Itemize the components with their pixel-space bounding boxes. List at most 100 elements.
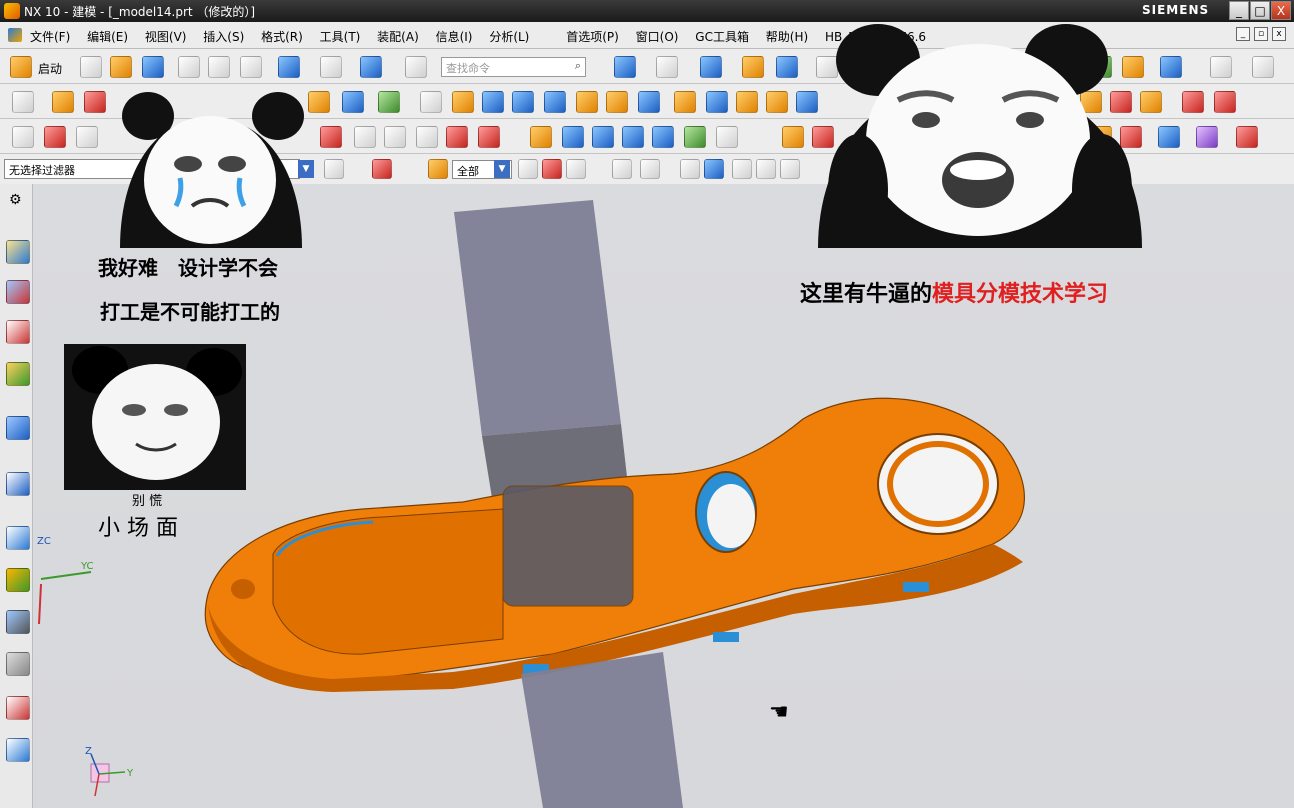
menu-gc-toolbox[interactable]: GC工具箱 <box>695 30 749 44</box>
snap-end-icon[interactable] <box>518 159 538 179</box>
divide-curve-icon[interactable] <box>446 126 468 148</box>
maximize-button[interactable]: □ <box>1250 1 1270 20</box>
doc-close-icon[interactable]: x <box>1272 27 1286 41</box>
select-feature-icon[interactable] <box>372 159 392 179</box>
snap-mid-icon[interactable] <box>542 159 562 179</box>
doc-restore-icon[interactable]: ▫ <box>1254 27 1268 41</box>
redo-icon[interactable] <box>320 56 342 78</box>
window-opening[interactable] <box>502 485 634 607</box>
paste-icon[interactable] <box>240 56 262 78</box>
menu-analysis[interactable]: 分析(L) <box>489 30 529 44</box>
process-studio-icon[interactable] <box>6 568 30 592</box>
patch-icon[interactable] <box>782 126 804 148</box>
trim-body-icon[interactable] <box>606 91 628 113</box>
part-navigator-icon[interactable] <box>6 320 30 344</box>
history-icon[interactable] <box>6 526 30 550</box>
constraint-navigator-icon[interactable] <box>6 280 30 304</box>
n-sided-surface-icon[interactable] <box>622 126 644 148</box>
select-point-icon[interactable] <box>428 159 448 179</box>
thicken-icon[interactable] <box>796 91 818 113</box>
fit-view-icon[interactable] <box>614 56 636 78</box>
menu-view[interactable]: 视图(V) <box>145 30 187 44</box>
ruler-icon[interactable] <box>1252 56 1274 78</box>
assembly-navigator-icon[interactable] <box>6 240 30 264</box>
orient-view-icon[interactable] <box>776 56 798 78</box>
minimize-button[interactable]: _ <box>1229 1 1249 20</box>
block-icon[interactable] <box>674 91 696 113</box>
chamfer-icon[interactable] <box>576 91 598 113</box>
inner-cavity[interactable] <box>272 508 504 655</box>
cube-view-icon[interactable] <box>700 56 722 78</box>
show-hidden-icon[interactable] <box>680 159 700 179</box>
show-hide-icon[interactable] <box>1160 56 1182 78</box>
filter-settings-icon[interactable] <box>324 159 344 179</box>
small-hole[interactable] <box>231 579 255 599</box>
line-snap-icon[interactable] <box>756 159 776 179</box>
hole-icon[interactable] <box>420 91 442 113</box>
roles-icon[interactable] <box>6 652 30 676</box>
parting-box-top[interactable] <box>454 200 621 436</box>
cut-icon[interactable] <box>178 56 200 78</box>
bounded-plane-icon[interactable] <box>652 126 674 148</box>
shell-icon[interactable] <box>452 91 474 113</box>
gear-icon[interactable]: ⚙ <box>9 192 22 208</box>
list-icon[interactable] <box>6 738 30 762</box>
sew-icon[interactable] <box>716 126 738 148</box>
ruled-surface-icon[interactable] <box>562 126 584 148</box>
snap-control-icon[interactable] <box>566 159 586 179</box>
web-browser-icon[interactable] <box>6 472 30 496</box>
start-label[interactable]: 启动 <box>38 60 62 77</box>
cone-icon[interactable] <box>736 91 758 113</box>
check-region-icon[interactable] <box>1236 126 1258 148</box>
region-icon[interactable] <box>1158 126 1180 148</box>
line-icon[interactable] <box>12 126 34 148</box>
through-curves-icon[interactable] <box>530 126 552 148</box>
menu-preferences[interactable]: 首选项(P) <box>566 30 619 44</box>
intersect-curve-icon[interactable] <box>384 126 406 148</box>
selection-box-icon[interactable] <box>640 159 660 179</box>
menu-format[interactable]: 格式(R) <box>261 30 303 44</box>
reuse-library-icon[interactable] <box>6 362 30 386</box>
menu-edit[interactable]: 编辑(E) <box>87 30 128 44</box>
bridge-curve-icon[interactable] <box>320 126 342 148</box>
menu-file[interactable]: 文件(F) <box>30 30 70 44</box>
sketch-icon[interactable] <box>12 91 34 113</box>
datum-plane-icon[interactable] <box>378 91 400 113</box>
offset-face-icon[interactable] <box>512 91 534 113</box>
info-icon[interactable] <box>6 416 30 440</box>
menu-help[interactable]: 帮助(H) <box>766 30 808 44</box>
new-file-icon[interactable] <box>80 56 102 78</box>
move-face-icon[interactable] <box>1140 91 1162 113</box>
doc-minimize-icon[interactable]: _ <box>1236 27 1250 41</box>
copy-icon[interactable] <box>208 56 230 78</box>
mesh-surface-icon[interactable] <box>684 126 706 148</box>
pattern-feature-icon[interactable] <box>308 91 330 113</box>
menu-insert[interactable]: 插入(S) <box>203 30 244 44</box>
layer-icon[interactable] <box>742 56 764 78</box>
draft-icon[interactable] <box>638 91 660 113</box>
open-folder-icon[interactable] <box>110 56 132 78</box>
core-cavity-icon[interactable] <box>1196 126 1218 148</box>
menu-info[interactable]: 信息(I) <box>436 30 473 44</box>
offset-curve-icon[interactable] <box>76 126 98 148</box>
repeat-command-icon[interactable] <box>360 56 382 78</box>
project-curve-icon[interactable] <box>354 126 376 148</box>
menu-window[interactable]: 窗口(O) <box>636 30 679 44</box>
save-icon[interactable] <box>142 56 164 78</box>
close-button[interactable]: X <box>1271 1 1291 20</box>
arc-icon[interactable] <box>44 126 66 148</box>
tangent-snap-icon[interactable] <box>780 159 800 179</box>
scope-dropdown-icon[interactable]: ▼ <box>494 160 510 178</box>
cylinder-icon[interactable] <box>706 91 728 113</box>
start-icon[interactable] <box>10 56 32 78</box>
menu-app-icon[interactable] <box>8 28 22 42</box>
snap-intersect-icon[interactable] <box>612 159 632 179</box>
palette-icon[interactable] <box>6 696 30 720</box>
system-materials-icon[interactable] <box>6 610 30 634</box>
book-icon[interactable] <box>482 91 504 113</box>
wcs-icon[interactable] <box>1210 56 1232 78</box>
menu-tools[interactable]: 工具(T) <box>320 30 361 44</box>
delete-face-icon[interactable] <box>1182 91 1204 113</box>
command-finder-icon[interactable] <box>405 56 427 78</box>
edge-blend-icon[interactable] <box>544 91 566 113</box>
